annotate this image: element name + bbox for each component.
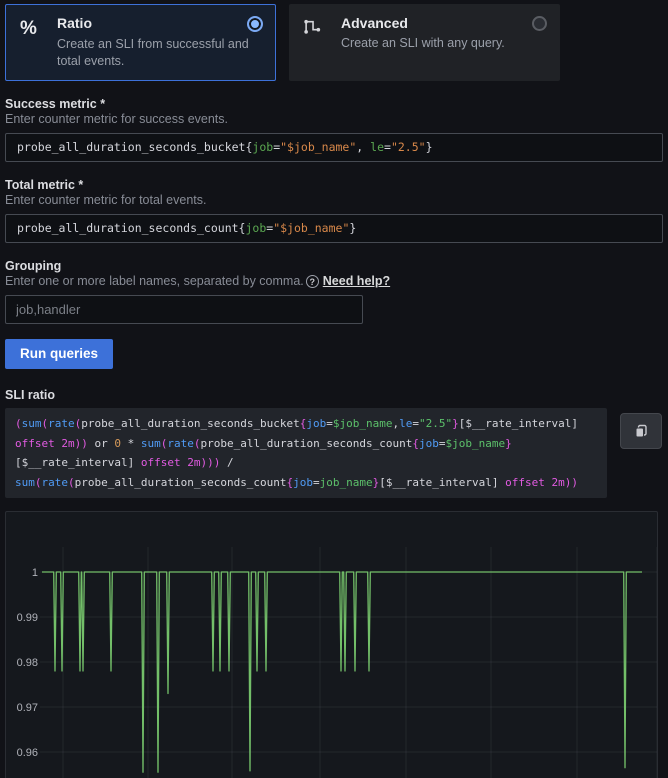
sli-type-card-advanced[interactable]: Advanced Create an SLI with any query. [289, 4, 560, 81]
grouping-help: Enter one or more label names, separated… [5, 274, 663, 289]
run-queries-button[interactable]: Run queries [5, 339, 113, 369]
ratio-card-title: Ratio [57, 15, 92, 31]
sli-type-cards: % Ratio Create an SLI from successful an… [5, 4, 663, 81]
query-line: offset 2m)) or 0 * sum(rate(probe_all_du… [15, 434, 597, 454]
percent-icon: % [20, 15, 44, 70]
ratio-card-description: Create an SLI from successful and total … [57, 36, 263, 70]
advanced-radio-unselected[interactable] [532, 16, 547, 31]
step-line-icon [304, 15, 328, 70]
sli-type-card-ratio[interactable]: % Ratio Create an SLI from successful an… [5, 4, 276, 81]
sli-ratio-chart-panel: 1 0.99 0.98 0.97 0.96 [5, 511, 658, 778]
sli-chart-svg: 1 0.99 0.98 0.97 0.96 [6, 512, 657, 778]
total-metric-label: Total metric * [5, 178, 663, 193]
ratio-radio-selected[interactable] [247, 16, 263, 32]
total-metric-group: Total metric * Enter counter metric for … [5, 178, 663, 243]
grouping-label: Grouping [5, 259, 663, 274]
success-metric-help: Enter counter metric for success events. [5, 112, 663, 127]
copy-icon [633, 423, 649, 439]
query-line: (sum(rate(probe_all_duration_seconds_buc… [15, 414, 597, 434]
sli-editor-page: % Ratio Create an SLI from successful an… [0, 0, 668, 778]
total-metric-help: Enter counter metric for total events. [5, 193, 663, 208]
question-circle-icon[interactable]: ? [306, 275, 319, 288]
success-metric-group: Success metric * Enter counter metric fo… [5, 97, 663, 162]
svg-text:0.97: 0.97 [17, 702, 38, 714]
svg-text:0.99: 0.99 [17, 612, 38, 624]
need-help-link[interactable]: Need help? [323, 274, 390, 289]
advanced-card-description: Create an SLI with any query. [341, 35, 547, 52]
sli-ratio-section: SLI ratio (sum(rate(probe_all_duration_s… [5, 388, 663, 498]
grouping-input[interactable] [5, 295, 363, 324]
sli-ratio-label: SLI ratio [5, 388, 663, 402]
copy-query-button[interactable] [620, 413, 662, 449]
svg-text:0.96: 0.96 [17, 747, 38, 759]
query-line: [$__rate_interval] offset 2m))) / [15, 453, 597, 473]
success-metric-label: Success metric * [5, 97, 663, 112]
svg-text:0.98: 0.98 [17, 657, 38, 669]
success-metric-input[interactable]: probe_all_duration_seconds_bucket{job="$… [5, 133, 663, 162]
total-metric-input[interactable]: probe_all_duration_seconds_count{job="$j… [5, 214, 663, 243]
grouping-group: Grouping Enter one or more label names, … [5, 259, 663, 324]
query-line: sum(rate(probe_all_duration_seconds_coun… [15, 473, 597, 493]
advanced-card-title: Advanced [341, 15, 408, 31]
svg-text:1: 1 [32, 567, 38, 579]
sli-ratio-query: (sum(rate(probe_all_duration_seconds_buc… [5, 408, 607, 498]
